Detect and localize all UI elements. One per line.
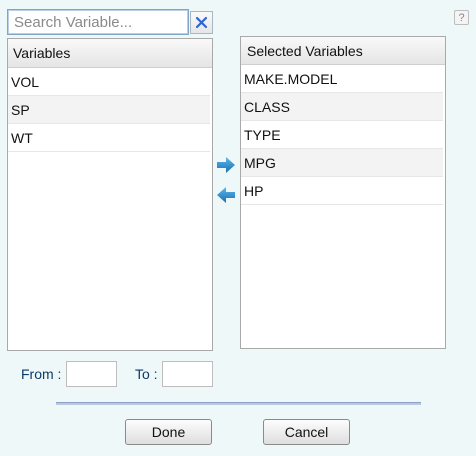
help-label: ? xyxy=(458,11,465,24)
selected-variables-header: Selected Variables xyxy=(241,37,445,65)
from-label: From : xyxy=(21,366,62,382)
clear-search-button[interactable] xyxy=(190,11,213,34)
search-field[interactable] xyxy=(7,9,189,35)
selected-variables-list: Selected Variables MAKE.MODEL CLASS TYPE… xyxy=(240,36,446,349)
to-field[interactable] xyxy=(162,361,213,387)
list-item[interactable]: VOL xyxy=(8,68,210,96)
move-to-selected-button[interactable] xyxy=(215,154,237,176)
list-item[interactable]: CLASS xyxy=(241,93,443,121)
list-item[interactable]: SP xyxy=(8,96,210,124)
list-item[interactable]: TYPE xyxy=(241,121,443,149)
search-input[interactable] xyxy=(8,10,188,34)
to-input[interactable] xyxy=(163,362,212,386)
variable-selector-dialog: ? Variables VOL SP WT xyxy=(0,0,476,456)
list-item[interactable]: WT xyxy=(8,124,210,152)
list-item[interactable]: MPG xyxy=(241,149,443,177)
done-button[interactable]: Done xyxy=(125,419,212,445)
move-to-available-button[interactable] xyxy=(215,184,237,206)
arrow-left-icon xyxy=(217,187,235,203)
close-icon xyxy=(195,16,208,29)
divider xyxy=(56,402,421,405)
cancel-button[interactable]: Cancel xyxy=(263,419,350,445)
to-label: To : xyxy=(135,366,158,382)
arrow-right-icon xyxy=(217,157,235,173)
from-input[interactable] xyxy=(67,362,116,386)
list-item[interactable]: MAKE.MODEL xyxy=(241,65,443,93)
available-variables-header: Variables xyxy=(8,39,212,68)
help-button[interactable]: ? xyxy=(454,10,469,25)
list-item[interactable]: HP xyxy=(241,177,443,205)
available-variables-list: Variables VOL SP WT xyxy=(7,38,213,351)
from-field[interactable] xyxy=(66,361,117,387)
